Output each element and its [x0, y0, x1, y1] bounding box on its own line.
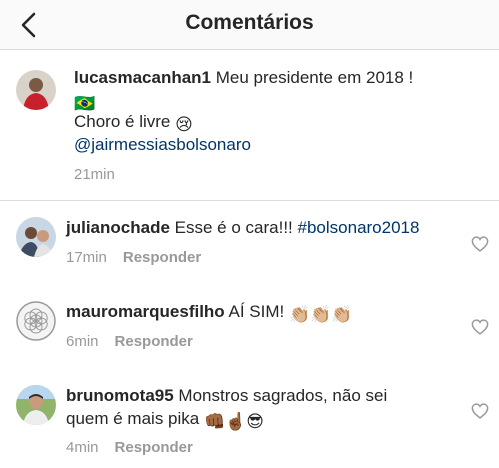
avatar[interactable] — [16, 70, 56, 110]
comment-text-2: quem é mais pika — [66, 409, 200, 428]
like-button[interactable] — [471, 236, 489, 252]
page-title: Comentários — [185, 11, 314, 34]
heart-outline-icon — [471, 319, 489, 335]
avatar[interactable] — [16, 385, 56, 425]
comment-text: Monstros sagrados, não sei — [178, 386, 388, 405]
comment-time: 4min — [66, 439, 99, 456]
reply-button[interactable]: Responder — [123, 249, 201, 266]
comment-username[interactable]: mauromarquesfilho — [66, 302, 225, 321]
mention-link[interactable]: @jairmessiasbolsonaro — [74, 135, 251, 154]
crying-face-icon: 😢 — [175, 115, 193, 134]
comment-username[interactable]: lucasmacanhan1 — [74, 68, 211, 87]
clapping-hands-icon: 👏🏼👏🏼👏🏼 — [288, 305, 353, 324]
caption-text: Meu presidente em 2018 ! — [215, 68, 414, 87]
heart-outline-icon — [471, 403, 489, 419]
reply-button[interactable]: Responder — [115, 439, 193, 456]
caption-text-2: Choro é livre — [74, 112, 171, 131]
fist-pointing-sunglasses-icon: 👊🏾☝🏾😎 — [203, 412, 265, 431]
comment-time: 6min — [66, 333, 99, 350]
avatar[interactable] — [16, 301, 56, 341]
like-button[interactable] — [471, 403, 489, 419]
like-button[interactable] — [471, 319, 489, 335]
comment-time: 21min — [74, 166, 115, 183]
avatar[interactable] — [16, 217, 56, 257]
comment-text: Esse é o cara!!! — [174, 218, 293, 237]
post-caption: lucasmacanhan1 Meu presidente em 2018 ! … — [0, 50, 499, 201]
comment-time: 17min — [66, 249, 107, 266]
comment-username[interactable]: brunomota95 — [66, 386, 174, 405]
comment-username[interactable]: julianochade — [66, 218, 170, 237]
header-bar: Comentários — [0, 0, 499, 50]
hashtag-link[interactable]: #bolsonaro2018 — [298, 218, 420, 237]
heart-outline-icon — [471, 236, 489, 252]
comment-text: AÍ SIM! — [228, 302, 285, 321]
reply-button[interactable]: Responder — [115, 333, 193, 350]
